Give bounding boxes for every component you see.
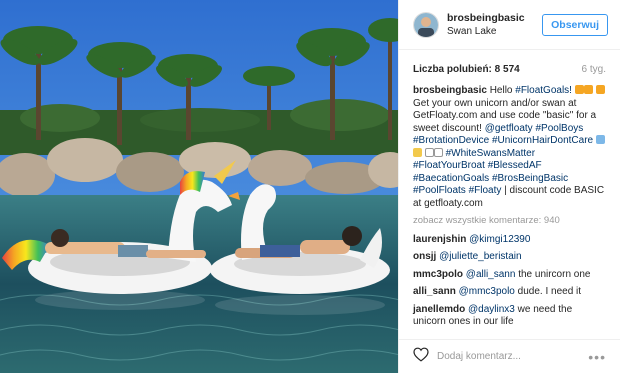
- post-age[interactable]: 6 tyg.: [582, 64, 606, 75]
- add-comment-input[interactable]: Dodaj komentarz...: [437, 351, 588, 362]
- comment-username[interactable]: mmc3polo: [413, 269, 463, 280]
- hashtag[interactable]: #UnicornHairDontCare: [492, 135, 593, 146]
- comment-username[interactable]: alli_sann: [413, 286, 456, 297]
- instagram-post: brosbeingbasic Swan Lake Obserwuj Liczba…: [0, 0, 620, 373]
- post-sidebar: brosbeingbasic Swan Lake Obserwuj Liczba…: [398, 0, 620, 373]
- hashtag[interactable]: #BaecationGoals: [413, 173, 489, 184]
- comment-username[interactable]: onsjj: [413, 251, 436, 262]
- view-all-comments-link[interactable]: zobacz wszystkie komentarze: 940: [413, 215, 606, 228]
- comment-mention[interactable]: @kimgi12390: [469, 234, 530, 245]
- comment-item: laurenjshin @kimgi12390: [413, 234, 606, 247]
- likes-count[interactable]: Liczba polubień: 8 574: [413, 64, 520, 75]
- comment-mention[interactable]: @daylinx3: [468, 304, 515, 315]
- hashtag[interactable]: #FloatYourBroat: [413, 160, 485, 171]
- hashtag[interactable]: #BrosBeingBasic: [492, 173, 568, 184]
- post-photo[interactable]: [0, 0, 398, 373]
- comment-item: onsjj @juliette_beristain: [413, 251, 606, 264]
- avatar-image: [414, 12, 438, 37]
- hashtag[interactable]: #Floaty: [469, 185, 502, 196]
- hashtag[interactable]: #PoolFloats: [413, 185, 466, 196]
- comment-username[interactable]: janellemdo: [413, 304, 465, 315]
- comment-item: alli_sann @mmc3polo dude. I need it: [413, 286, 606, 299]
- pool-float-image: [0, 0, 398, 373]
- comment-mention[interactable]: @juliette_beristain: [439, 251, 521, 262]
- caption-username[interactable]: brosbeingbasic: [413, 85, 487, 96]
- hashtag[interactable]: #PoolBoys: [535, 123, 583, 134]
- location-link[interactable]: Swan Lake: [447, 25, 542, 38]
- comment-text: the unircorn one: [515, 268, 591, 280]
- comment-username[interactable]: laurenjshin: [413, 234, 466, 245]
- post-header: brosbeingbasic Swan Lake Obserwuj: [399, 0, 620, 50]
- header-info: brosbeingbasic Swan Lake: [447, 12, 542, 38]
- follow-button[interactable]: Obserwuj: [542, 13, 608, 36]
- hashtag[interactable]: #WhiteSwansMatter: [446, 148, 535, 159]
- more-options-icon[interactable]: •••: [588, 349, 606, 365]
- comment-mention[interactable]: @alli_sann: [466, 269, 516, 280]
- post-stats: Liczba polubień: 8 574 6 tyg.: [399, 50, 620, 75]
- hashtag[interactable]: #BrotationDevice: [413, 135, 489, 146]
- hashtag[interactable]: #FloatGoals!: [515, 85, 572, 96]
- party-emoji-icon: [583, 85, 593, 94]
- caption: brosbeingbasic Hello #FloatGoals! Get yo…: [413, 85, 606, 210]
- box-emoji-icon: [424, 147, 434, 157]
- party-emoji-icon: [574, 85, 584, 94]
- username-link[interactable]: brosbeingbasic: [447, 12, 542, 25]
- hashtag[interactable]: #BlessedAF: [488, 160, 542, 171]
- mention[interactable]: @getfloaty: [485, 123, 533, 134]
- heart-icon[interactable]: [413, 347, 429, 367]
- pencil-emoji-icon: [595, 135, 605, 144]
- comment-item: janellemdo @daylinx3 we need the unicorn…: [413, 304, 606, 329]
- comment-footer: Dodaj komentarz... •••: [399, 339, 620, 373]
- party-emoji-icon: [595, 85, 605, 94]
- avatar[interactable]: [413, 11, 439, 38]
- comments-section: brosbeingbasic Hello #FloatGoals! Get yo…: [399, 75, 620, 329]
- comment-text: dude. I need it: [514, 286, 582, 297]
- caption-text-1: Hello: [489, 85, 513, 96]
- box-emoji-icon: [433, 147, 443, 157]
- face-emoji-icon: [413, 147, 422, 157]
- comment-item: mmc3polo @alli_sann the unircorn one: [413, 269, 606, 282]
- comment-mention[interactable]: @mmc3polo: [459, 286, 515, 297]
